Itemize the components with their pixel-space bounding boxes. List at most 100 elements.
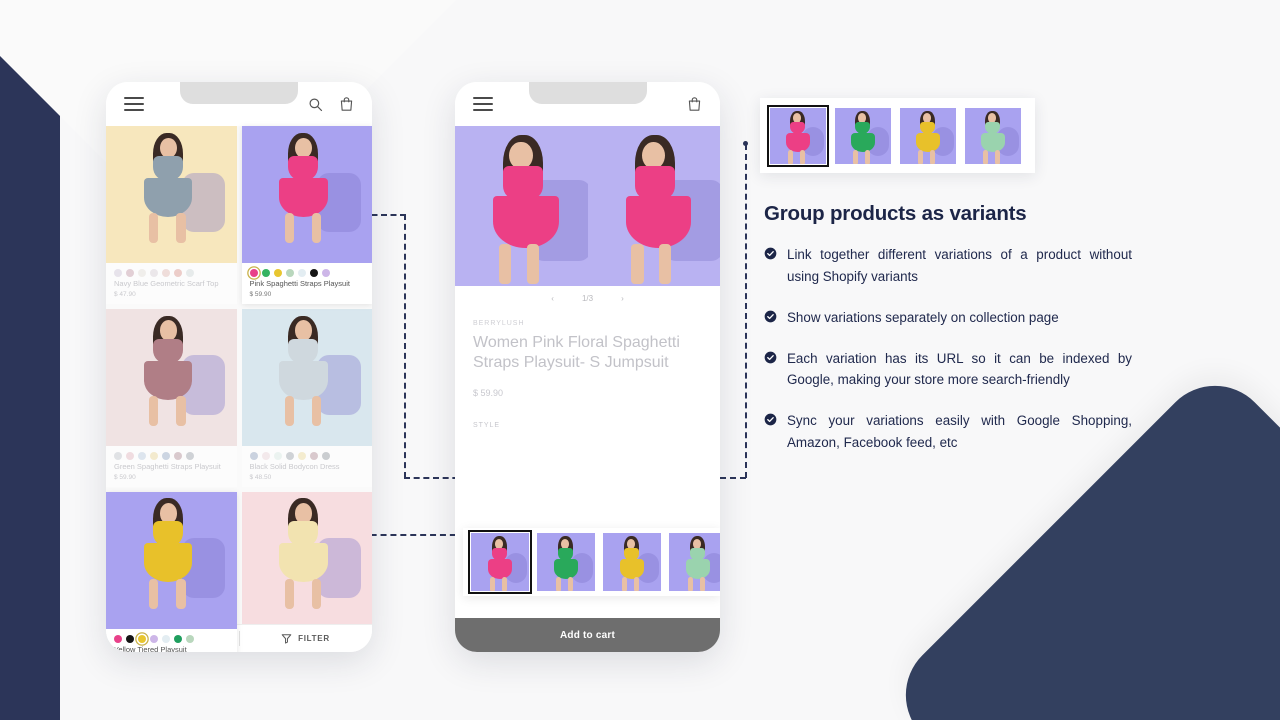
- color-swatch[interactable]: [126, 451, 134, 460]
- color-swatch[interactable]: [174, 451, 182, 460]
- color-swatch[interactable]: [186, 451, 194, 460]
- hamburger-icon[interactable]: [124, 97, 144, 111]
- color-swatch-row[interactable]: [242, 446, 373, 462]
- connector-line-2: [404, 214, 406, 478]
- mint-variant[interactable]: [669, 533, 720, 591]
- color-swatch[interactable]: [138, 634, 146, 643]
- product-image[interactable]: [106, 491, 237, 629]
- feature-bullet-text: Each variation has its URL so it can be …: [787, 350, 1132, 388]
- color-swatch[interactable]: [297, 269, 306, 277]
- feature-bullet: Show variations separately on collection…: [764, 307, 1132, 329]
- color-swatch[interactable]: [150, 451, 158, 460]
- product-detail-phone: ‹ 1/3 › BERRYLUSH Women Pink Floral Spag…: [455, 82, 720, 652]
- chevron-left-icon[interactable]: ‹: [551, 294, 554, 303]
- product-image[interactable]: [106, 308, 237, 446]
- check-circle-icon: [764, 351, 777, 364]
- color-swatch[interactable]: [261, 269, 270, 277]
- green-variant[interactable]: [537, 533, 595, 591]
- color-swatch[interactable]: [114, 451, 122, 460]
- product-image[interactable]: [241, 308, 372, 446]
- color-swatch[interactable]: [273, 269, 282, 277]
- product-card-price: $ 47.90: [114, 290, 136, 298]
- color-swatch[interactable]: [174, 269, 182, 277]
- chevron-right-icon[interactable]: ›: [621, 294, 624, 303]
- color-swatch[interactable]: [138, 269, 146, 277]
- product-card[interactable]: Navy Blue Geometric Scarf Top $ 47.90: [106, 126, 237, 304]
- search-icon[interactable]: [308, 97, 323, 112]
- filter-label: FILTER: [298, 634, 330, 643]
- color-swatch[interactable]: [321, 451, 330, 460]
- pink-variant[interactable]: [467, 529, 533, 595]
- product-card-price: $ 59.90: [114, 473, 136, 481]
- color-swatch-row[interactable]: [106, 629, 237, 645]
- page-title: Group products as variants: [764, 202, 1027, 225]
- promo-banner: Navy Blue Geometric Scarf Top $ 47.90 Pin…: [0, 0, 1280, 720]
- color-swatch[interactable]: [321, 269, 330, 277]
- color-swatch-row[interactable]: [106, 446, 237, 462]
- mint-variant-thumb[interactable]: [965, 107, 1021, 164]
- product-grid: Navy Blue Geometric Scarf Top $ 47.90 Pin…: [106, 126, 372, 652]
- pink-variant-thumb[interactable]: [766, 104, 830, 167]
- color-swatch[interactable]: [186, 269, 194, 277]
- product-title: Women Pink Floral Spaghetti Straps Plays…: [473, 334, 680, 372]
- product-card-title: Yellow Tiered Playsuit: [114, 644, 187, 653]
- color-swatch[interactable]: [261, 451, 270, 460]
- color-swatch-row[interactable]: [242, 263, 373, 279]
- product-card-title: Navy Blue Geometric Scarf Top: [114, 279, 219, 288]
- color-swatch[interactable]: [249, 451, 258, 460]
- filter-button[interactable]: FILTER: [239, 633, 372, 644]
- feature-bullet-text: Link together different variations of a …: [787, 247, 1132, 284]
- pdp-info: BERRYLUSH Women Pink Floral Spaghetti St…: [455, 310, 720, 429]
- style-variant-strip[interactable]: [463, 528, 720, 596]
- pdp-image-gallery[interactable]: [455, 126, 720, 286]
- product-card[interactable]: Yellow Tiered Playsuit: [106, 491, 237, 653]
- color-swatch[interactable]: [174, 634, 182, 643]
- yellow-variant-thumb[interactable]: [900, 107, 956, 164]
- bottom-bar-divider: [239, 631, 240, 646]
- gallery-slide[interactable]: [455, 126, 588, 286]
- background-navy-left: [0, 0, 60, 720]
- color-swatch[interactable]: [150, 634, 158, 643]
- color-swatch[interactable]: [114, 269, 122, 277]
- feature-bullet: Sync your variations easily with Google …: [764, 410, 1132, 454]
- green-variant-thumb[interactable]: [835, 107, 891, 164]
- feature-bullet: Each variation has its URL so it can be …: [764, 348, 1132, 392]
- yellow-variant[interactable]: [603, 533, 661, 591]
- color-swatch[interactable]: [285, 451, 294, 460]
- style-label: STYLE: [473, 421, 501, 429]
- product-card[interactable]: Pink Spaghetti Straps Playsuit $ 59.90: [241, 126, 373, 304]
- color-swatch[interactable]: [309, 269, 318, 277]
- shopping-bag-icon[interactable]: [687, 96, 702, 112]
- product-image[interactable]: [241, 491, 372, 629]
- product-image[interactable]: [241, 126, 372, 263]
- color-swatch[interactable]: [162, 269, 170, 277]
- product-card-title: Green Spaghetti Straps Playsuit: [114, 461, 221, 471]
- color-swatch[interactable]: [297, 451, 306, 460]
- carousel-counter: 1/3: [581, 293, 594, 303]
- color-swatch[interactable]: [162, 634, 170, 643]
- color-swatch[interactable]: [126, 634, 134, 643]
- hamburger-icon[interactable]: [473, 97, 493, 111]
- funnel-icon: [281, 634, 292, 644]
- color-swatch[interactable]: [186, 634, 194, 643]
- variant-thumbnail-panel[interactable]: [760, 98, 1035, 173]
- product-image[interactable]: [106, 126, 237, 263]
- color-swatch[interactable]: [150, 269, 158, 277]
- color-swatch[interactable]: [273, 451, 282, 460]
- color-swatch[interactable]: [249, 269, 258, 277]
- color-swatch[interactable]: [138, 451, 146, 460]
- phone-notch: [180, 82, 298, 104]
- color-swatch[interactable]: [309, 451, 318, 460]
- add-to-cart-button[interactable]: Add to cart: [455, 618, 720, 652]
- feature-bullet-text: Show variations separately on collection…: [787, 309, 1059, 325]
- gallery-slide[interactable]: [587, 126, 720, 286]
- color-swatch[interactable]: [162, 451, 170, 460]
- product-card-price: $ 59.90: [249, 290, 272, 298]
- shopping-bag-icon[interactable]: [339, 96, 354, 112]
- color-swatch[interactable]: [285, 269, 294, 277]
- product-card[interactable]: Green Spaghetti Straps Playsuit $ 59.90: [106, 308, 237, 487]
- product-card[interactable]: Black Solid Bodycon Dress $ 48.50: [241, 308, 373, 487]
- color-swatch-row[interactable]: [106, 263, 237, 279]
- color-swatch[interactable]: [126, 269, 134, 277]
- color-swatch[interactable]: [114, 634, 122, 643]
